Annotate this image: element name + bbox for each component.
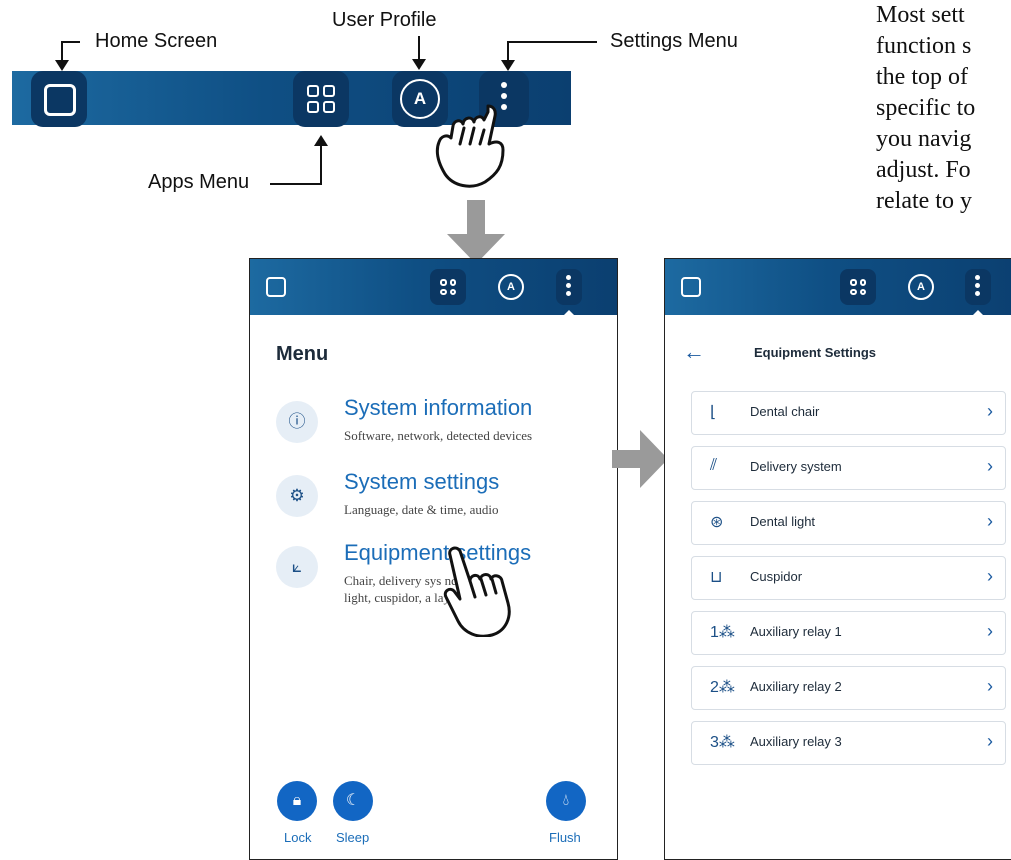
settings-menu-button[interactable] [556, 269, 582, 305]
flush-button[interactable]: 💧︎ [546, 781, 586, 821]
settings-callout-arrow [501, 60, 515, 71]
list-item-label: Dental light [750, 514, 816, 529]
list-item-dental-chair[interactable]: ⌊ Dental chair › [691, 391, 1006, 435]
apps-callout-arrow [314, 135, 328, 146]
water-drops-icon: 💧︎ [562, 792, 570, 809]
apps-button[interactable] [840, 269, 876, 305]
menu-item-system-information[interactable]: ⓘ System information Software, network, … [276, 395, 606, 465]
relay-2-icon: 2⁂ [710, 679, 735, 696]
delivery-system-icon: ⫽ [710, 457, 718, 474]
apps-button[interactable] [293, 71, 349, 127]
list-item-label: Auxiliary relay 3 [750, 734, 842, 749]
moon-icon: ☾ [345, 792, 361, 809]
home-callout-line [62, 41, 80, 43]
paragraph-line: Most sett [876, 2, 965, 28]
menu-item-label: System information [344, 395, 533, 420]
page-title: Equipment Settings [753, 345, 877, 360]
menu-item-label: System settings [344, 469, 500, 494]
more-vertical-icon [566, 275, 571, 296]
home-callout-line-v [61, 41, 63, 61]
hand-pointer-icon [435, 104, 505, 188]
hand-pointer-icon [443, 546, 511, 637]
paragraph-line: function s [876, 33, 972, 59]
paragraph-line: specific to [876, 95, 976, 121]
chevron-right-icon: › [987, 676, 993, 696]
apps-menu-callout: Apps Menu [148, 171, 250, 193]
home-callout-arrow [55, 60, 69, 71]
cuspidor-icon: ⊔ [710, 569, 723, 586]
profile-callout-line [418, 36, 420, 60]
home-icon[interactable] [266, 277, 286, 297]
lock-icon: 🔒︎ [292, 792, 302, 809]
avatar[interactable]: A [498, 274, 524, 300]
menu-item-subtitle: Software, network, detected devices [344, 428, 533, 443]
menu-title: Menu [276, 343, 329, 365]
chevron-right-icon: › [987, 401, 993, 421]
menu-screen: A Menu ⓘ System information Software, ne… [249, 258, 618, 860]
home-icon[interactable] [681, 277, 701, 297]
apps-button[interactable] [430, 269, 466, 305]
right-flow-arrow [612, 430, 668, 488]
list-item-cuspidor[interactable]: ⊔ Cuspidor › [691, 556, 1006, 600]
apps-callout-line-v [320, 143, 322, 185]
apps-callout-line [270, 183, 322, 185]
home-icon [44, 84, 76, 116]
home-screen-callout: Home Screen [95, 30, 218, 52]
paragraph-line: relate to y [876, 188, 972, 214]
relay-1-icon: 1⁂ [710, 624, 735, 641]
equipment-settings-screen: A ← Equipment Settings ⌊ Dental chair › … [664, 258, 1011, 860]
menu-item-system-settings[interactable]: ⚙ System settings Language, date & time,… [276, 469, 606, 539]
list-item-auxiliary-relay-1[interactable]: 1⁂ Auxiliary relay 1 › [691, 611, 1006, 655]
info-icon: ⓘ [276, 401, 318, 443]
paragraph-line: the top of [876, 64, 968, 90]
lock-label: Lock [284, 830, 312, 845]
apps-grid-icon [850, 279, 866, 295]
dental-chair-icon: ⟀ [276, 546, 318, 588]
avatar[interactable]: A [908, 274, 934, 300]
apps-grid-icon [307, 85, 335, 113]
sleep-button[interactable]: ☾ [333, 781, 373, 821]
down-flow-arrow [447, 200, 505, 264]
dental-light-icon: ⊛ [710, 514, 724, 531]
relay-3-icon: 3⁂ [710, 734, 735, 751]
list-item-label: Dental chair [750, 404, 820, 419]
equipment-top-bar: A [665, 259, 1011, 316]
user-profile-callout: User Profile [332, 9, 437, 31]
chevron-right-icon: › [987, 621, 993, 641]
description-paragraph: Most sett function s the top of specific… [876, 0, 1011, 217]
paragraph-line: adjust. Fo [876, 157, 971, 183]
gear-icon: ⚙ [276, 475, 318, 517]
lock-button[interactable]: 🔒︎ [277, 781, 317, 821]
list-item-delivery-system[interactable]: ⫽ Delivery system › [691, 446, 1006, 490]
chevron-right-icon: › [987, 511, 993, 531]
home-button[interactable] [31, 71, 87, 127]
menu-top-bar: A [250, 259, 617, 316]
more-vertical-icon [975, 275, 980, 296]
list-item-auxiliary-relay-2[interactable]: 2⁂ Auxiliary relay 2 › [691, 666, 1006, 710]
list-item-label: Cuspidor [750, 569, 803, 584]
chevron-right-icon: › [987, 566, 993, 586]
settings-menu-button[interactable] [965, 269, 991, 305]
menu-item-subtitle: Language, date & time, audio [344, 502, 499, 517]
list-item-label: Auxiliary relay 2 [750, 679, 842, 694]
list-item-label: Auxiliary relay 1 [750, 624, 842, 639]
settings-callout-line-v [507, 41, 509, 61]
flush-label: Flush [549, 830, 581, 845]
settings-callout-line [507, 41, 597, 43]
settings-menu-callout: Settings Menu [610, 30, 738, 52]
chevron-right-icon: › [987, 731, 993, 751]
profile-callout-arrow [412, 59, 426, 70]
list-item-label: Delivery system [750, 459, 842, 474]
sleep-label: Sleep [336, 830, 370, 845]
menu-pointer-notch [972, 310, 984, 316]
list-item-auxiliary-relay-3[interactable]: 3⁂ Auxiliary relay 3 › [691, 721, 1006, 765]
paragraph-line: you navig [876, 126, 972, 152]
dental-chair-icon: ⌊ [710, 404, 717, 421]
menu-pointer-notch [563, 310, 575, 316]
apps-grid-icon [440, 279, 456, 295]
list-item-dental-light[interactable]: ⊛ Dental light › [691, 501, 1006, 545]
chevron-right-icon: › [987, 456, 993, 476]
